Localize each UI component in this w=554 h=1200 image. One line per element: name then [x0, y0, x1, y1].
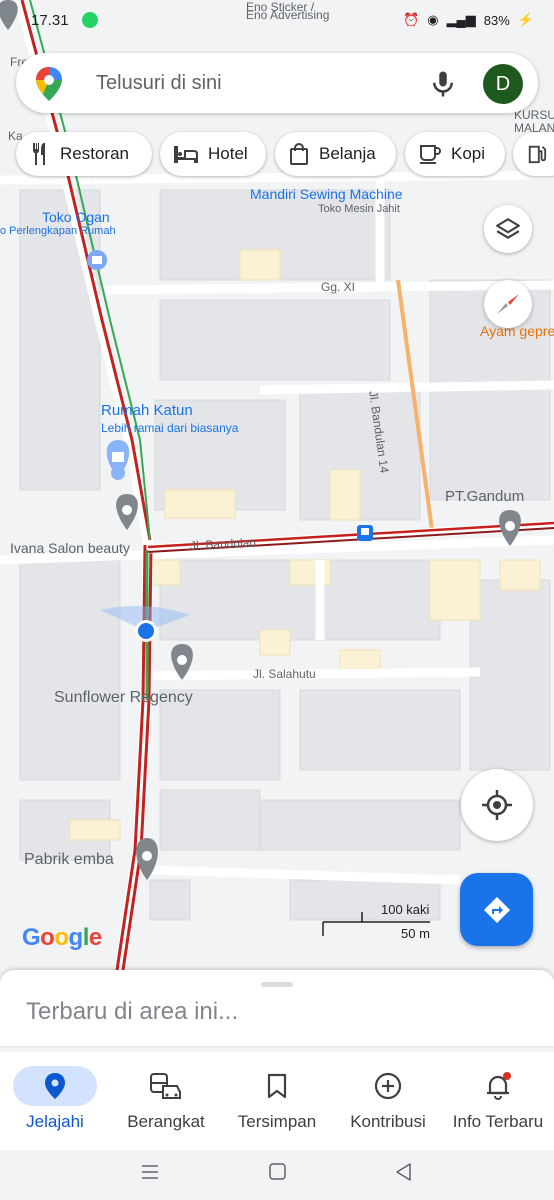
- microphone-icon[interactable]: [428, 69, 458, 99]
- location-icon: ◉: [427, 12, 439, 27]
- nav-berangkat[interactable]: Berangkat: [111, 1052, 221, 1150]
- scale-bar: [322, 912, 430, 936]
- chip-restoran[interactable]: Restoran: [16, 132, 152, 176]
- nav-tersimpan[interactable]: Tersimpan: [222, 1052, 332, 1150]
- search-bar[interactable]: Telusuri di sini D: [16, 53, 538, 113]
- gas-station-icon: [528, 145, 547, 164]
- active-indicator: [13, 1066, 97, 1106]
- place-pin-icon[interactable]: [116, 494, 138, 530]
- chip-label: Kopi: [451, 144, 486, 163]
- fork-knife-icon: [33, 143, 45, 165]
- messaging-notification-icon: [82, 12, 98, 28]
- nav-label: Info Terbaru: [452, 1112, 544, 1131]
- category-chips: Restoran Hotel Belanja Kopi: [0, 132, 554, 178]
- signal-icon: ▂▄▆: [446, 12, 476, 27]
- chip-kopi[interactable]: Kopi: [405, 132, 505, 176]
- chip-label: Hotel: [208, 144, 248, 163]
- my-location-button[interactable]: [461, 769, 533, 841]
- avatar[interactable]: D: [483, 64, 523, 104]
- chip-belanja[interactable]: Belanja: [275, 132, 396, 176]
- directions-button[interactable]: [460, 873, 533, 946]
- explore-pin-icon: [45, 1073, 65, 1099]
- search-input[interactable]: Telusuri di sini: [96, 72, 222, 95]
- chip-more[interactable]: [513, 132, 554, 176]
- bottom-sheet-title: Terbaru di area ini...: [26, 998, 239, 1025]
- system-navigation-bar: [0, 1150, 554, 1200]
- back-icon[interactable]: [394, 1162, 414, 1182]
- google-logo: Google: [22, 924, 102, 951]
- layers-button[interactable]: [484, 205, 532, 253]
- bottom-nav: Jelajahi Berangkat Tersimpan Kontribusi …: [0, 1052, 554, 1150]
- charging-icon: ⚡: [517, 12, 534, 27]
- add-circle-icon: [374, 1072, 402, 1100]
- bell-icon: [487, 1072, 511, 1100]
- nav-kontribusi[interactable]: Kontribusi: [333, 1052, 443, 1150]
- commute-icon: [150, 1073, 181, 1099]
- bed-icon: [174, 146, 198, 163]
- nav-label: Kontribusi: [350, 1112, 426, 1131]
- shopping-bag-icon: [290, 143, 308, 165]
- place-pin-icon[interactable]: [171, 644, 193, 680]
- directions-icon: [483, 896, 510, 923]
- chip-label: Restoran: [60, 144, 129, 163]
- layers-icon: [496, 218, 520, 239]
- status-bar: 17.31 ⏰ ◉ ▂▄▆ 83% ⚡: [0, 0, 554, 40]
- bookmark-icon: [267, 1073, 287, 1099]
- nav-label: Berangkat: [127, 1112, 205, 1131]
- bottom-sheet[interactable]: Terbaru di area ini...: [0, 970, 554, 1046]
- shopping-pin-icon[interactable]: [87, 250, 107, 270]
- drag-handle[interactable]: [261, 982, 293, 987]
- coffee-cup-icon: [420, 145, 441, 164]
- shopping-pin-icon[interactable]: [106, 440, 130, 480]
- status-time: 17.31: [31, 12, 69, 29]
- place-pin-icon[interactable]: [136, 838, 158, 880]
- notification-dot: [503, 1072, 511, 1080]
- chip-hotel[interactable]: Hotel: [160, 132, 266, 176]
- recent-apps-icon[interactable]: [140, 1162, 160, 1182]
- battery-percent: 83%: [483, 12, 510, 28]
- place-pin-icon[interactable]: [499, 510, 521, 546]
- nav-jelajahi[interactable]: Jelajahi: [0, 1052, 110, 1150]
- crosshair-icon: [482, 790, 512, 820]
- home-icon[interactable]: [268, 1162, 288, 1182]
- compass-button[interactable]: [484, 280, 532, 328]
- nav-info-terbaru[interactable]: Info Terbaru: [443, 1052, 553, 1150]
- compass-icon: [497, 294, 519, 314]
- alarm-icon: ⏰: [403, 12, 420, 27]
- chip-label: Belanja: [319, 144, 376, 163]
- google-maps-logo-icon: [36, 67, 62, 101]
- nav-label: Tersimpan: [237, 1112, 317, 1131]
- nav-label: Jelajahi: [26, 1112, 84, 1131]
